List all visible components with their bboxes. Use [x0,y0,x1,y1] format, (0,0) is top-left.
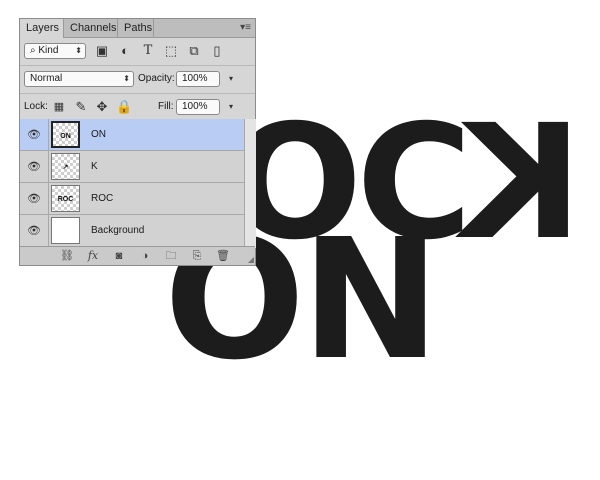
panel-bottom-bar: ⛓ fx ◙ ◑ 🗀 ⎘ 🗑 ◢ [20,246,255,265]
layer-row-background[interactable]: 👁 Background [20,215,244,247]
lock-row: Lock: ▦ ✎ ✥ 🔒 Fill: 100% ▾ [20,94,255,122]
layer-name[interactable]: ROC [91,193,113,204]
filter-smart-objects-icon[interactable]: ⧉ [186,43,202,59]
panel-menu-icon[interactable]: ▾≡ [240,22,251,33]
tab-channels[interactable]: Channels [64,19,118,37]
layers-panel: Layers Channels Paths ▾≡ ⌕ Kind ⬍ ▣ ◐ T … [19,18,256,266]
eye-icon[interactable]: 👁 [27,128,41,142]
layers-scrollbar[interactable] [244,119,256,248]
filter-type-layers-icon[interactable]: T [140,43,156,59]
fill-field[interactable]: 100% ▾ [176,99,233,115]
opacity-dropdown-icon[interactable]: ▾ [229,72,233,86]
new-layer-icon[interactable]: ⎘ [190,249,204,263]
updown-arrows-icon: ⬍ [75,46,82,55]
blend-row: Normal ⬍ Opacity: 100% ▾ [20,66,255,94]
eye-icon[interactable]: 👁 [27,224,41,238]
filter-kind-select[interactable]: ⌕ Kind ⬍ [24,43,86,59]
lock-label: Lock: [24,101,48,112]
layer-thumbnail: ↗ [51,153,80,180]
filter-adjustment-layers-icon[interactable]: ◐ [117,43,133,59]
layer-name[interactable]: K [91,161,98,172]
fill-value: 100% [182,101,208,112]
fx-icon[interactable]: fx [86,249,100,263]
layer-row-k[interactable]: 👁 ↗ K [20,151,244,183]
eye-icon[interactable]: 👁 [27,192,41,206]
filter-pixel-layers-icon[interactable]: ▣ [94,43,110,59]
divider [48,119,49,151]
opacity-label: Opacity: [138,73,175,84]
canvas-text-k-flipped: K [466,91,583,275]
link-layers-icon[interactable]: ⛓ [60,249,74,263]
layer-name[interactable]: ON [91,129,106,140]
resize-grip-icon[interactable]: ◢ [248,255,254,264]
blend-mode-select[interactable]: Normal ⬍ [24,71,134,87]
fill-dropdown-icon[interactable]: ▾ [229,100,233,114]
layer-name[interactable]: Background [91,225,144,236]
adjustment-layer-icon[interactable]: ◑ [138,249,152,263]
layer-thumbnail: ON [51,121,80,148]
lock-all-icon[interactable]: 🔒 [116,99,132,115]
filter-toggle-icon[interactable]: ▯ [209,43,225,59]
eye-icon[interactable]: 👁 [27,160,41,174]
layer-thumbnail: ROC [51,185,80,212]
filter-kind-value: Kind [38,45,59,56]
divider [48,183,49,215]
divider [48,151,49,183]
filter-shape-layers-icon[interactable]: ⬚ [163,43,179,59]
layer-row-roc[interactable]: 👁 ROC ROC [20,183,244,215]
fill-label: Fill: [158,101,174,112]
new-group-folder-icon[interactable]: 🗀 [164,249,178,263]
panel-tabs: Layers Channels Paths ▾≡ [20,19,255,38]
tab-layers[interactable]: Layers [20,19,64,38]
divider [48,215,49,247]
layers-list: 👁 ON ON 👁 ↗ K 👁 ROC ROC 👁 Background [20,119,244,248]
tab-paths[interactable]: Paths [118,19,154,37]
filter-row: ⌕ Kind ⬍ ▣ ◐ T ⬚ ⧉ ▯ [20,38,255,66]
add-mask-icon[interactable]: ◙ [112,249,126,263]
layer-thumbnail [51,217,80,244]
lock-position-icon[interactable]: ✥ [94,99,110,115]
opacity-value: 100% [182,73,208,84]
layer-row-on[interactable]: 👁 ON ON [20,119,244,151]
lock-image-pixels-icon[interactable]: ✎ [73,99,89,115]
trash-icon[interactable]: 🗑 [216,249,230,263]
updown-arrows-icon: ⬍ [123,74,130,83]
opacity-field[interactable]: 100% ▾ [176,71,233,87]
lock-transparent-pixels-icon[interactable]: ▦ [51,99,67,115]
blend-mode-value: Normal [30,73,63,84]
